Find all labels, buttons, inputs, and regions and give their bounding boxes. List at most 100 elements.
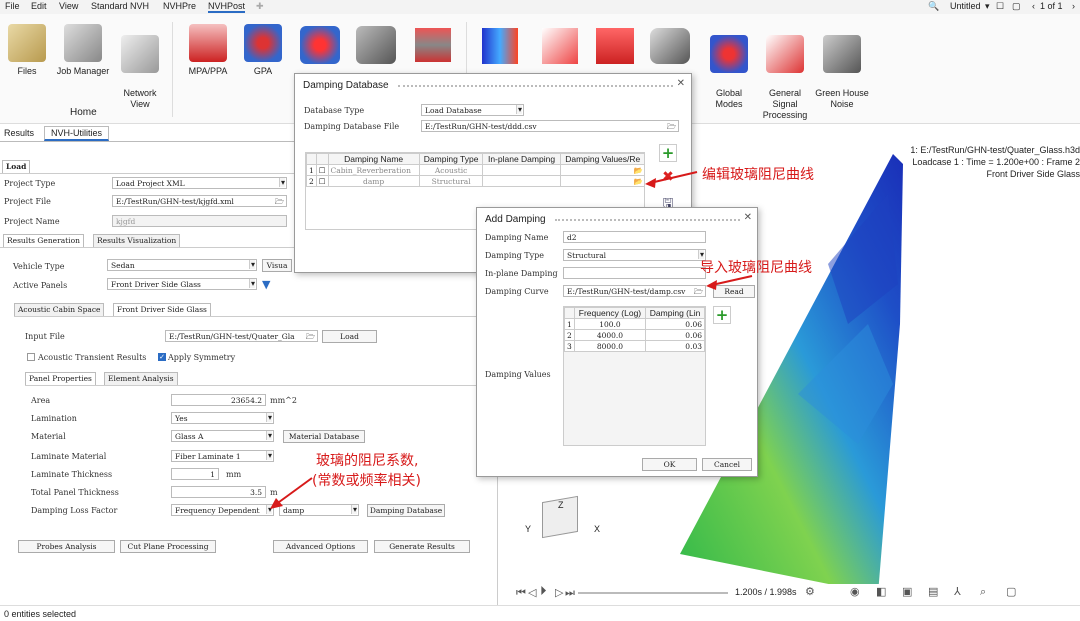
- color-icon[interactable]: ▤: [928, 585, 938, 598]
- probes-analysis-button[interactable]: Probes Analysis: [18, 540, 115, 553]
- visualize-button[interactable]: Visua: [262, 259, 292, 272]
- prev-frame-icon[interactable]: ◁: [528, 586, 536, 599]
- folder-open-icon[interactable]: 🗁: [693, 286, 703, 296]
- row-checkbox[interactable]: ☐: [315, 175, 329, 187]
- damping-type-select[interactable]: Structural: [563, 249, 706, 261]
- prev-page-icon[interactable]: ‹: [1032, 1, 1035, 11]
- material-database-button[interactable]: Material Database: [283, 430, 365, 443]
- tab-panel-properties[interactable]: Panel Properties: [25, 372, 96, 385]
- folder-open-icon[interactable]: 🗁: [275, 196, 284, 206]
- cut-plane-button[interactable]: Cut Plane Processing: [120, 540, 216, 553]
- tab-acoustic-cabin-space[interactable]: Acoustic Cabin Space: [14, 303, 105, 316]
- damping-name-input[interactable]: d2: [563, 231, 706, 243]
- menu-nvhpre[interactable]: NVHPre: [163, 1, 196, 11]
- zoom-icon[interactable]: ⌕: [980, 585, 986, 599]
- tab-results-visualization[interactable]: Results Visualization: [93, 234, 181, 247]
- inplane-input[interactable]: [563, 267, 706, 279]
- car-grey-icon[interactable]: [356, 26, 396, 64]
- signal-processing-button[interactable]: General Signal Processing: [758, 24, 812, 121]
- cancel-button[interactable]: Cancel: [702, 458, 752, 471]
- read-button[interactable]: Read: [713, 285, 755, 298]
- area-input[interactable]: 23654.2: [171, 394, 266, 406]
- vehicle-type-select[interactable]: Sedan: [107, 259, 257, 271]
- table-row[interactable]: 2 4000.0 0.06: [564, 329, 705, 341]
- db-type-select[interactable]: Load Database: [421, 104, 524, 116]
- load-button[interactable]: Load: [322, 330, 377, 343]
- car-silhouette-icon[interactable]: [650, 28, 690, 64]
- advanced-options-button[interactable]: Advanced Options: [273, 540, 368, 553]
- row-checkbox[interactable]: ☐: [315, 164, 329, 176]
- filter-icon[interactable]: ▼: [262, 278, 270, 291]
- axis-icon[interactable]: ⅄: [954, 585, 961, 598]
- fit-icon[interactable]: ▢: [1006, 585, 1016, 598]
- project-name-input[interactable]: kjgfd: [112, 215, 287, 227]
- damping-database-button[interactable]: Damping Database: [367, 504, 445, 517]
- table-row[interactable]: 2 ☐ damp Structural 📂: [306, 175, 644, 187]
- lamination-select[interactable]: Yes: [171, 412, 274, 424]
- material-select[interactable]: Glass A: [171, 430, 274, 442]
- time-slider[interactable]: [578, 592, 728, 594]
- menu-nvhpost[interactable]: NVHPost: [208, 1, 246, 13]
- dlf-select[interactable]: Frequency Dependent: [171, 504, 274, 516]
- laminate-thickness-input[interactable]: 1: [171, 468, 219, 480]
- next-frame-icon[interactable]: ▷: [555, 586, 563, 599]
- cube-icon[interactable]: ▣: [902, 585, 912, 598]
- green-house-noise-button[interactable]: Green House Noise: [812, 24, 872, 110]
- bar-chart-icon[interactable]: [596, 28, 634, 64]
- menu-edit[interactable]: Edit: [31, 1, 47, 11]
- laminate-material-select[interactable]: Fiber Laminate 1: [171, 450, 274, 462]
- apply-symmetry-checkbox[interactable]: ✓: [158, 353, 166, 361]
- total-thickness-input[interactable]: 3.5: [171, 486, 266, 498]
- db-file-input[interactable]: E:/TestRun/GHN-test/ddd.csv 🗁: [421, 120, 679, 132]
- network-view-button[interactable]: Network View: [114, 24, 166, 110]
- next-page-icon[interactable]: ›: [1072, 1, 1075, 11]
- window-icon[interactable]: ☐: [996, 1, 1004, 12]
- acoustic-transient-checkbox[interactable]: [27, 353, 35, 361]
- add-damping-icon[interactable]: +: [659, 144, 677, 162]
- folder-open-icon[interactable]: 🗁: [305, 331, 315, 341]
- add-row-icon[interactable]: +: [713, 306, 731, 324]
- menu-standard-nvh[interactable]: Standard NVH: [91, 1, 149, 11]
- table-row[interactable]: 1 100.0 0.06: [564, 318, 705, 330]
- generate-results-button[interactable]: Generate Results: [374, 540, 470, 553]
- plot-icon[interactable]: [542, 28, 578, 64]
- delete-icon[interactable]: ✖: [659, 169, 677, 187]
- dlf-curve-select[interactable]: damp: [279, 504, 359, 516]
- mpa-ppa-button[interactable]: MPA/PPA: [182, 24, 234, 77]
- active-panels-select[interactable]: Front Driver Side Glass: [107, 278, 257, 290]
- job-manager-button[interactable]: Job Manager: [54, 24, 112, 77]
- ok-button[interactable]: OK: [642, 458, 697, 471]
- input-file-input[interactable]: E:/TestRun/GHN-test/Quater_Gla 🗁: [165, 330, 318, 342]
- tab-nvh-utilities[interactable]: NVH-Utilities: [44, 126, 110, 141]
- last-frame-icon[interactable]: ⏭: [565, 586, 575, 600]
- global-modes-button[interactable]: Global Modes: [703, 24, 755, 110]
- files-button[interactable]: Files: [2, 24, 52, 77]
- close-icon[interactable]: ✕: [677, 78, 685, 89]
- contour-icon[interactable]: [482, 28, 518, 64]
- project-file-input[interactable]: E:/TestRun/GHN-test/kjgfd.xml 🗁: [112, 195, 287, 207]
- stack-icon[interactable]: [415, 28, 451, 62]
- close-icon[interactable]: ✕: [744, 212, 752, 223]
- play-icon[interactable]: ⏵: [540, 584, 547, 599]
- menu-file[interactable]: File: [5, 1, 20, 11]
- edit-curve-icon[interactable]: 📂: [559, 175, 644, 187]
- menu-view[interactable]: View: [59, 1, 78, 11]
- first-frame-icon[interactable]: ⏮: [516, 586, 526, 600]
- doc-title[interactable]: Untitled: [950, 1, 981, 11]
- chevron-down-icon[interactable]: ▾: [985, 1, 990, 12]
- animation-settings-icon[interactable]: ⚙: [805, 585, 815, 598]
- table-row[interactable]: 3 8000.0 0.03: [564, 340, 705, 352]
- tab-front-driver-side-glass[interactable]: Front Driver Side Glass: [113, 303, 211, 316]
- view-icon[interactable]: ◉: [850, 585, 860, 598]
- folder-open-icon[interactable]: 🗁: [667, 121, 676, 131]
- add-tab-icon[interactable]: ✚: [256, 1, 264, 12]
- tab-results-generation[interactable]: Results Generation: [3, 234, 84, 247]
- damping-curve-input[interactable]: E:/TestRun/GHN-test/damp.csv 🗁: [563, 285, 706, 297]
- tab-element-analysis[interactable]: Element Analysis: [104, 372, 178, 385]
- display-icon[interactable]: ◧: [876, 585, 886, 598]
- page-icon[interactable]: ▢: [1012, 1, 1021, 12]
- edit-curve-icon[interactable]: 📂: [559, 164, 644, 176]
- project-type-select[interactable]: Load Project XML: [112, 177, 287, 189]
- tab-results[interactable]: Results: [4, 128, 34, 138]
- table-row[interactable]: 1 ☐ Cabin_Reverberation Acoustic 📂: [306, 164, 644, 176]
